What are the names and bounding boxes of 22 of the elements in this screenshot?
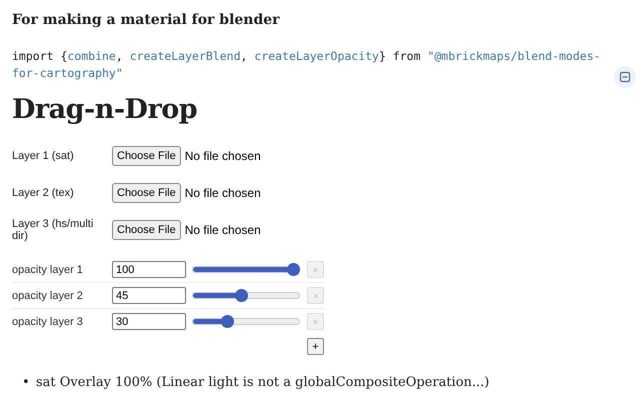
file-status: No file chosen (184, 186, 261, 200)
choose-file-button[interactable]: Choose File (112, 183, 181, 203)
file-status: No file chosen (184, 223, 261, 237)
file-status: No file chosen (184, 149, 261, 163)
field-label: opacity layer 1 (12, 264, 84, 276)
choose-file-button[interactable]: Choose File (112, 220, 181, 240)
code-line: import {combine, createLayerBlend, createLayerOpacity} from "@mbrickmaps/blend-modes-for-cartography" (12, 48, 602, 82)
section-subtitle: For making a material for blender (12, 12, 281, 28)
collapse-icon[interactable] (614, 66, 636, 88)
bullet: • (22, 375, 31, 391)
add-button[interactable]: + (307, 338, 324, 355)
field-label: Layer 1 (sat) (12, 150, 75, 162)
page-heading: Drag-n-Drop (12, 94, 198, 125)
choose-file-button[interactable]: Choose File (112, 146, 181, 166)
field-label: Layer 2 (tex) (12, 187, 75, 199)
opacity-slider[interactable] (192, 263, 300, 276)
field-label: Layer 3 (hs/multi dir) (12, 218, 94, 242)
field-label: opacity layer 2 (12, 290, 84, 302)
field-label: opacity layer 3 (12, 316, 84, 328)
opacity-slider[interactable] (192, 315, 300, 328)
opacity-slider[interactable] (192, 289, 300, 302)
note-item: sat Overlay 100% (Linear light is not a globalCompositeOperation...) (36, 375, 490, 391)
